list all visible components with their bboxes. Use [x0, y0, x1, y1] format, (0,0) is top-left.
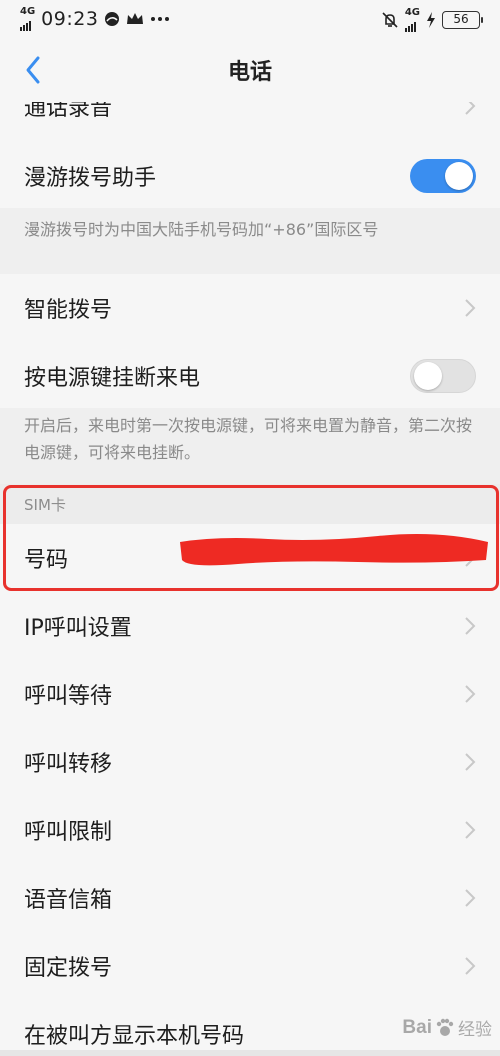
paw-icon	[436, 1018, 454, 1036]
network-type-label: 4G	[20, 6, 36, 17]
nav-bar: 电话	[0, 38, 500, 102]
call-recording-row[interactable]: 通话录音	[0, 102, 500, 140]
smart-dial-label: 智能拨号	[24, 298, 113, 323]
lte-signal-icon: 4G	[404, 7, 420, 32]
fixed-dial-row[interactable]: 固定拨号	[0, 932, 500, 1000]
call-barring-label: 呼叫限制	[24, 820, 113, 845]
call-barring-row[interactable]: 呼叫限制	[0, 796, 500, 864]
section-gap	[0, 264, 500, 274]
ip-call-label: IP呼叫设置	[24, 616, 132, 641]
network-type-right: 4G	[404, 7, 420, 18]
power-key-note-text: 开启后，来电时第一次按电源键，可将来电置为静音，第二次按电源键，可将来电挂断。	[24, 416, 473, 462]
power-key-toggle[interactable]	[410, 359, 476, 393]
call-waiting-row[interactable]: 呼叫等待	[0, 660, 500, 728]
call-forward-label: 呼叫转移	[24, 752, 113, 777]
status-bar: 4G 09:23 4G 56	[0, 0, 500, 38]
mute-icon	[382, 12, 398, 28]
watermark-brand: Bai	[402, 1016, 432, 1038]
network-indicator: 4G	[20, 7, 35, 31]
watermark: Bai 经验	[402, 1015, 492, 1041]
chevron-right-icon	[465, 617, 476, 635]
roaming-assistant-label: 漫游拨号助手	[24, 166, 157, 191]
charging-icon	[427, 12, 435, 28]
chevron-right-icon	[465, 102, 476, 115]
highlight-box	[3, 485, 499, 591]
chevron-right-icon	[465, 753, 476, 771]
page-title: 电话	[227, 60, 272, 85]
power-key-note: 开启后，来电时第一次按电源键，可将来电置为静音，第二次按电源键，可将来电挂断。	[0, 408, 500, 484]
ip-call-row[interactable]: IP呼叫设置	[0, 592, 500, 660]
battery-indicator: 56	[442, 11, 483, 29]
roaming-assistant-toggle[interactable]	[410, 159, 476, 193]
voicemail-row[interactable]: 语音信箱	[0, 864, 500, 932]
status-time: 09:23	[41, 8, 99, 30]
signal-icon	[20, 17, 31, 31]
crown-icon	[127, 13, 144, 24]
roaming-assistant-row[interactable]: 漫游拨号助手	[0, 142, 500, 210]
camera-app-icon	[105, 12, 120, 26]
smart-dial-row[interactable]: 智能拨号	[0, 274, 500, 342]
call-forward-row[interactable]: 呼叫转移	[0, 728, 500, 796]
more-dots-icon	[151, 17, 170, 21]
chevron-right-icon	[465, 889, 476, 907]
call-recording-label: 通话录音	[24, 102, 113, 121]
chevron-right-icon	[465, 685, 476, 703]
roaming-note-text: 漫游拨号时为中国大陆手机号码加“+86”国际区号	[24, 220, 379, 239]
call-waiting-label: 呼叫等待	[24, 684, 113, 709]
power-key-label: 按电源键挂断来电	[24, 366, 201, 391]
chevron-right-icon	[465, 299, 476, 317]
chevron-right-icon	[465, 957, 476, 975]
watermark-tail: 经验	[458, 1020, 492, 1040]
roaming-note: 漫游拨号时为中国大陆手机号码加“+86”国际区号	[0, 208, 500, 264]
show-number-label: 在被叫方显示本机号码	[24, 1024, 245, 1049]
fixed-dial-label: 固定拨号	[24, 956, 113, 981]
chevron-right-icon	[465, 821, 476, 839]
voicemail-label: 语音信箱	[24, 888, 113, 913]
power-key-row[interactable]: 按电源键挂断来电	[0, 342, 500, 410]
bottom-strip	[0, 1050, 500, 1056]
